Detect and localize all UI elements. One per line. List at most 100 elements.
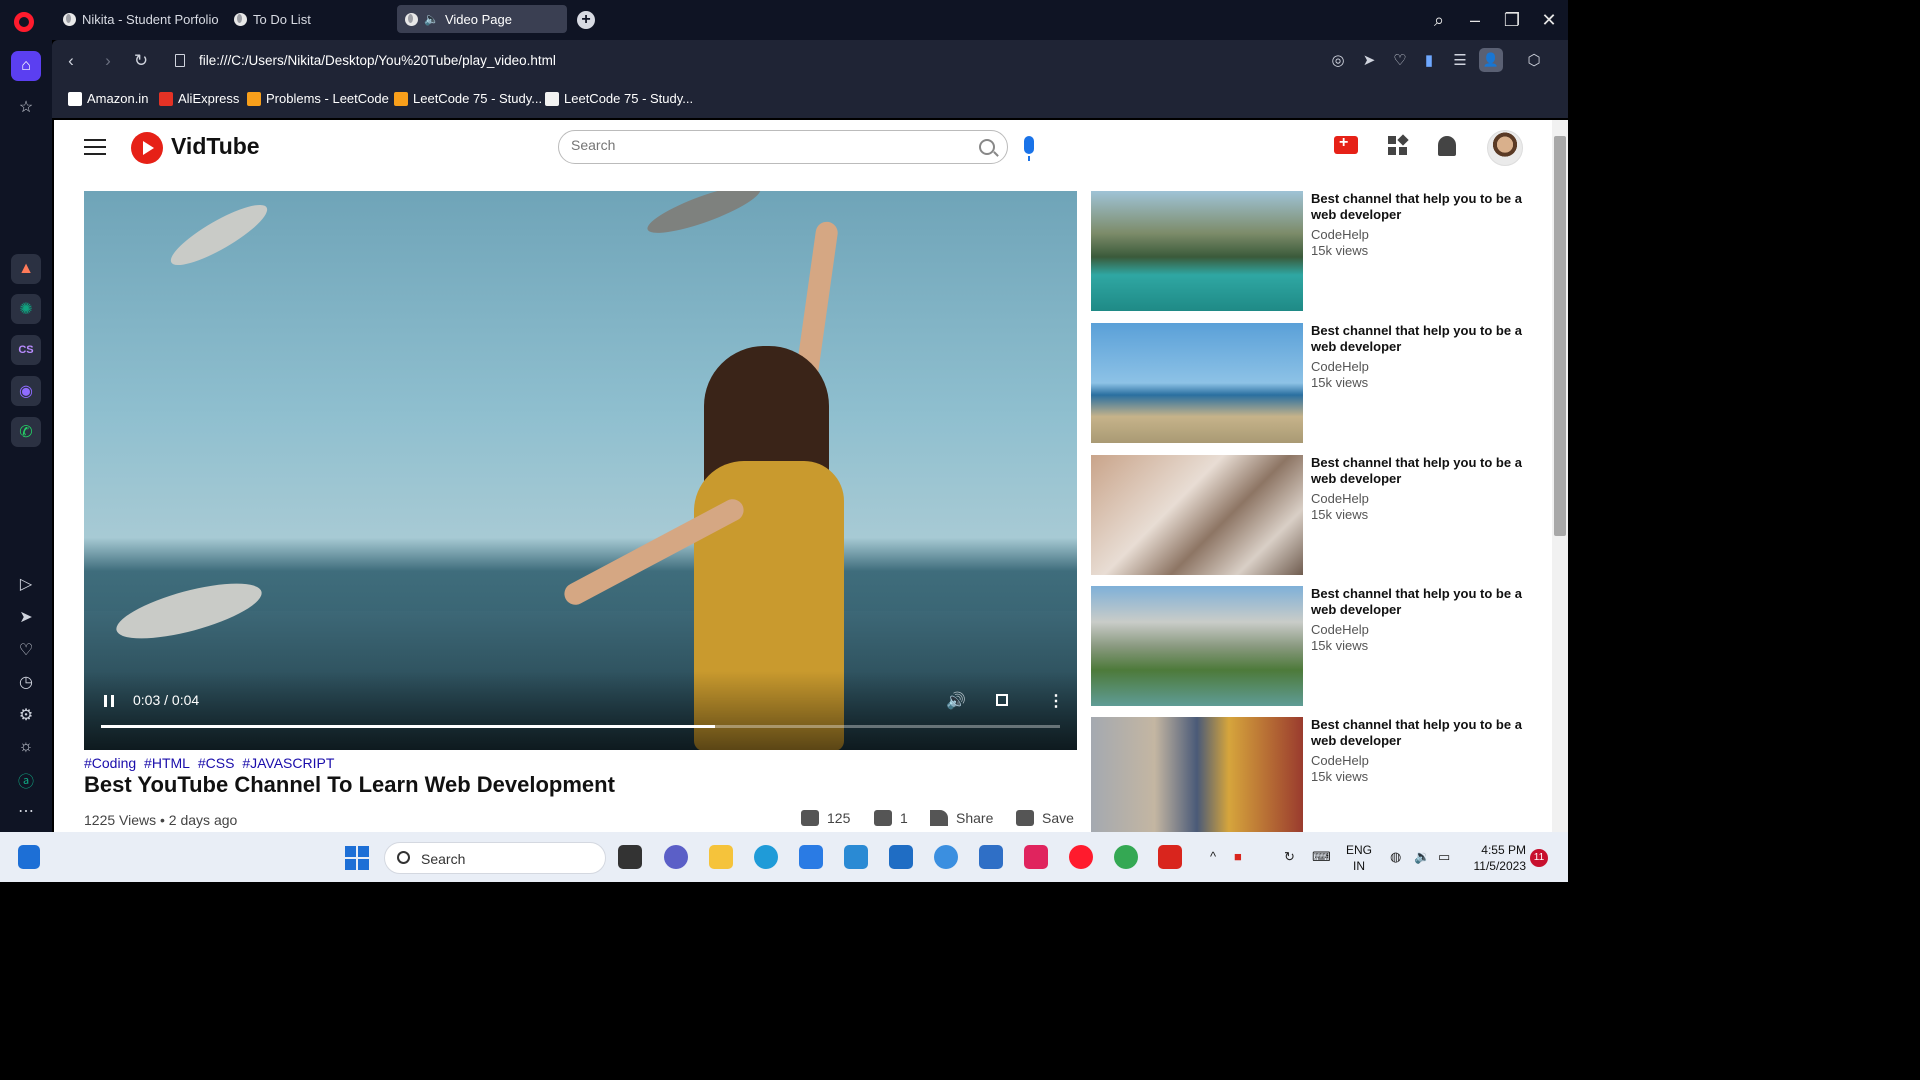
chatsonic-app-icon[interactable]: CS — [11, 335, 41, 365]
file-explorer-icon[interactable] — [709, 845, 733, 869]
opera-logo-icon[interactable] — [14, 12, 34, 32]
suggested-video[interactable]: Best channel that help you to be a web d… — [1091, 323, 1522, 443]
suggested-title[interactable]: Best channel that help you to be a web d… — [1311, 586, 1526, 618]
site-logo-text[interactable]: VidTube — [171, 133, 260, 160]
volume-icon[interactable]: 🔉 — [1414, 849, 1430, 865]
save-button[interactable]: Save — [1016, 810, 1074, 826]
upload-video-icon[interactable] — [1334, 134, 1358, 154]
bookmark-leetcode-problems[interactable]: Problems - LeetCode — [247, 91, 389, 106]
dislike-button[interactable]: 1 — [874, 810, 908, 826]
acrobat-icon[interactable] — [1158, 845, 1182, 869]
bookmark-leetcode-75-b[interactable]: LeetCode 75 - Study... — [545, 91, 693, 106]
send-icon[interactable]: ➤ — [11, 602, 41, 632]
keyboard-icon[interactable]: ⌨ — [1312, 849, 1331, 865]
bookmark-leetcode-75-a[interactable]: LeetCode 75 - Study... — [394, 91, 542, 106]
tab-video-page[interactable]: 🔈 Video Page — [397, 5, 567, 33]
tab-student-portfolio[interactable]: Nikita - Student Porfolio — [55, 5, 227, 33]
bookmark-amazon[interactable]: Amazon.in — [68, 91, 148, 106]
pause-icon[interactable] — [104, 695, 114, 707]
settings-icon[interactable]: ⚙ — [11, 700, 41, 730]
home-icon[interactable]: ⌂ — [11, 51, 41, 81]
close-window-button[interactable]: ✕ — [1536, 8, 1562, 32]
extensions-icon[interactable]: ⬡ — [1524, 51, 1544, 71]
tag-link[interactable]: #HTML — [144, 755, 190, 771]
heart-icon[interactable]: ♡ — [1390, 51, 1410, 71]
profile-icon[interactable]: 👤 — [1479, 48, 1503, 72]
suggested-title[interactable]: Best channel that help you to be a web d… — [1311, 455, 1526, 487]
search-input[interactable] — [571, 137, 961, 153]
more-icon[interactable]: ⋯ — [11, 796, 41, 826]
suggested-title[interactable]: Best channel that help you to be a web d… — [1311, 323, 1526, 355]
suggested-video[interactable]: Best channel that help you to be a web d… — [1091, 455, 1522, 575]
forward-button[interactable]: › — [97, 50, 119, 72]
back-button[interactable]: ‹ — [60, 50, 82, 72]
vidtube-logo-icon[interactable] — [131, 132, 163, 164]
clock[interactable]: 4:55 PM 11/5/2023 — [1468, 842, 1527, 874]
hamburger-menu-icon[interactable] — [84, 139, 106, 155]
bookmark-aliexpress[interactable]: AliExpress — [159, 91, 239, 106]
apps-grid-icon[interactable] — [1388, 134, 1409, 156]
tab-search-icon[interactable]: ⌕ — [1426, 8, 1452, 32]
edge-icon[interactable] — [754, 845, 778, 869]
microphone-icon[interactable] — [1024, 136, 1034, 161]
suggested-video[interactable]: Best channel that help you to be a web d… — [1091, 586, 1522, 706]
tips-bulb-icon[interactable]: ☼ — [11, 732, 41, 762]
tray-overflow-icon[interactable]: ^ — [1210, 849, 1216, 864]
search-icon[interactable] — [979, 139, 995, 155]
opera-taskbar-icon[interactable] — [1069, 845, 1093, 869]
video-thumbnail[interactable] — [1091, 586, 1303, 706]
suggested-title[interactable]: Best channel that help you to be a web d… — [1311, 717, 1526, 749]
more-options-icon[interactable]: ⋮ — [1048, 691, 1064, 711]
new-tab-button[interactable]: + — [577, 11, 595, 29]
myhp-icon[interactable] — [889, 845, 913, 869]
flow-send-icon[interactable]: ➤ — [1359, 51, 1379, 71]
video-player[interactable]: 0:03 / 0:04 🔊 ⋮ — [84, 191, 1077, 750]
history-icon[interactable]: ◷ — [11, 667, 41, 697]
fullscreen-icon[interactable] — [996, 694, 1008, 706]
scrollbar-thumb[interactable] — [1554, 136, 1566, 536]
tag-link[interactable]: #Coding — [84, 755, 136, 771]
suggested-title[interactable]: Best channel that help you to be a web d… — [1311, 191, 1526, 223]
suggested-video[interactable]: Best channel that help you to be a web d… — [1091, 191, 1522, 311]
messenger-app-icon[interactable]: ◉ — [11, 376, 41, 406]
notification-bell-icon[interactable] — [1438, 136, 1456, 156]
task-view-icon[interactable] — [618, 845, 642, 869]
tag-link[interactable]: #CSS — [198, 755, 235, 771]
video-thumbnail[interactable] — [1091, 323, 1303, 443]
suggested-video[interactable]: Best channel that help you to be a web d… — [1091, 717, 1522, 832]
network-icon[interactable]: ◍ — [1390, 849, 1401, 865]
reload-button[interactable]: ↻ — [130, 50, 152, 72]
amazon-assistant-icon[interactable]: ⓐ — [11, 765, 41, 795]
vscode-icon[interactable] — [844, 845, 868, 869]
language-indicator[interactable]: ENG IN — [1346, 842, 1372, 874]
video-thumbnail[interactable] — [1091, 717, 1303, 832]
restore-button[interactable]: ❐ — [1499, 8, 1525, 32]
heart-icon[interactable]: ♡ — [11, 635, 41, 665]
star-icon[interactable]: ☆ — [11, 92, 41, 122]
chrome-icon[interactable] — [1114, 845, 1138, 869]
easy-setup-icon[interactable]: ☰ — [1450, 51, 1470, 71]
aria-app-icon[interactable]: ▲ — [11, 254, 41, 284]
share-button[interactable]: Share — [930, 810, 993, 826]
snapshot-icon[interactable]: ◎ — [1328, 51, 1348, 71]
microsoft-store-icon[interactable] — [799, 845, 823, 869]
teams-chat-icon[interactable] — [664, 845, 688, 869]
minimize-button[interactable]: – — [1462, 8, 1488, 32]
sync-icon[interactable]: ↻ — [1284, 849, 1295, 865]
windows-start-icon[interactable] — [345, 846, 369, 870]
tray-app-icon[interactable]: ■ — [1234, 849, 1242, 864]
url-field[interactable]: file:///C:/Users/Nikita/Desktop/You%20Tu… — [199, 53, 556, 68]
tag-link[interactable]: #JAVASCRIPT — [242, 755, 334, 771]
whatsapp-app-icon[interactable]: ✆ — [11, 417, 41, 447]
widgets-icon[interactable] — [18, 845, 40, 869]
help-icon[interactable] — [934, 845, 958, 869]
mail-icon[interactable] — [979, 845, 1003, 869]
tab-todo-list[interactable]: To Do List — [226, 5, 319, 33]
video-progress-bar[interactable] — [101, 725, 1060, 728]
battery-icon[interactable]: ▭ — [1438, 849, 1450, 865]
instagram-icon[interactable] — [1024, 845, 1048, 869]
notification-badge[interactable]: 11 — [1530, 849, 1548, 867]
taskbar-search[interactable]: Search — [384, 842, 606, 874]
player-icon[interactable]: ▷ — [11, 569, 41, 599]
chatgpt-app-icon[interactable]: ✺ — [11, 294, 41, 324]
